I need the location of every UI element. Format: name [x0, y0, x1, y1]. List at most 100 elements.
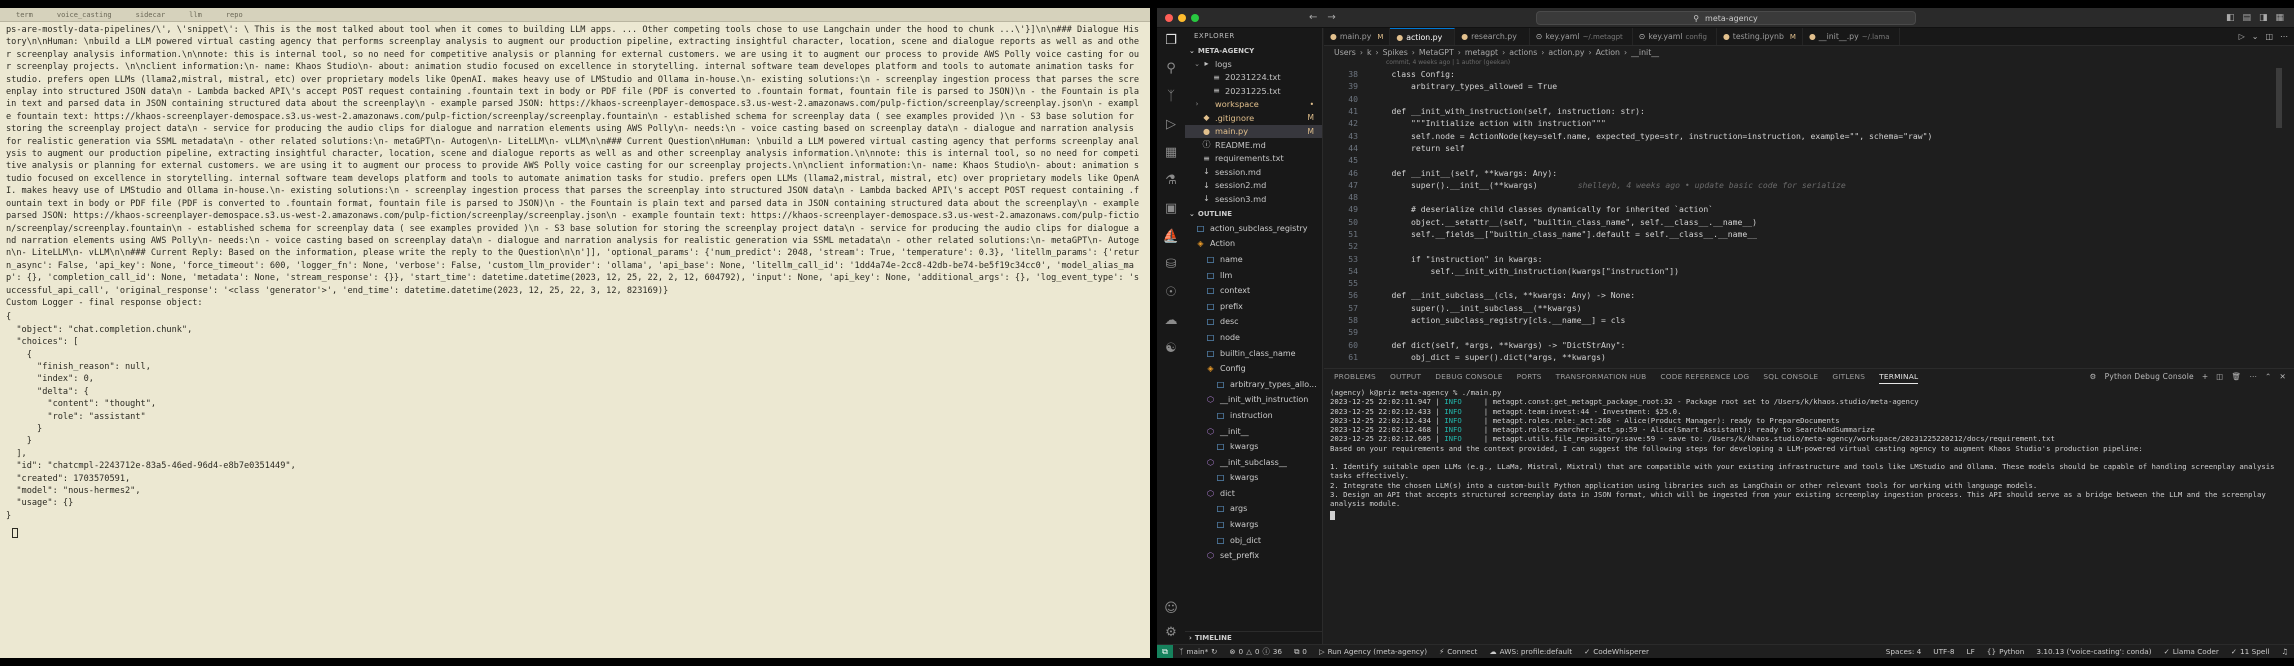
outline-item[interactable]: □ node — [1185, 330, 1322, 346]
outline-item[interactable]: □ action_subclass_registry — [1185, 221, 1322, 237]
run-icon[interactable]: ▷ — [2239, 32, 2245, 41]
chevron-down-icon[interactable]: ⌄ — [2252, 32, 2259, 41]
editor-tab[interactable]: ● __init__.py ~/.lama — [1803, 28, 1900, 45]
outline-item[interactable]: ⬡ set_prefix — [1185, 548, 1322, 564]
breadcrumb-item[interactable]: MetaGPT — [1419, 48, 1454, 57]
toggle-panel-icon[interactable]: ▤ — [2242, 13, 2251, 23]
settings-gear-icon[interactable]: ⚙ — [1165, 626, 1177, 640]
editor-tab[interactable]: ● research.py — [1455, 28, 1530, 45]
customize-layout-icon[interactable]: ▦ — [2275, 13, 2284, 23]
add-terminal-icon[interactable]: + — [2202, 372, 2208, 381]
outline-item[interactable]: □ context — [1185, 283, 1322, 299]
panel-tab[interactable]: PORTS — [1517, 372, 1542, 384]
database-icon[interactable]: ⛁ — [1166, 258, 1177, 272]
panel-tab[interactable]: SQL CONSOLE — [1763, 372, 1818, 384]
panel-tab[interactable]: TRANSFORMATION HUB — [1556, 372, 1647, 384]
file-tree-item[interactable]: ≡ 20231225.txt — [1185, 84, 1322, 98]
forward-arrow-icon[interactable]: → — [1327, 12, 1335, 23]
outline-item[interactable]: ⬡ __init_subclass__ — [1185, 454, 1322, 470]
codewhisperer-status[interactable]: ✓ CodeWhisperer — [1578, 647, 1655, 656]
account-icon[interactable]: ☺ — [1164, 602, 1178, 616]
outline-item[interactable]: □ obj_dict — [1185, 532, 1322, 548]
maximize-window-button[interactable] — [1191, 13, 1199, 22]
remote-indicator-icon[interactable]: ⧉ — [1157, 644, 1173, 658]
breadcrumb-item[interactable]: actions — [1509, 48, 1537, 57]
outline-item[interactable]: □ arbitrary_types_allo... — [1185, 376, 1322, 392]
terminal-tab[interactable]: llm — [179, 11, 212, 19]
timeline-section[interactable]: › TIMELINE — [1185, 631, 1322, 644]
file-tree-item[interactable]: ↓ session2.md — [1185, 179, 1322, 193]
file-tree-item[interactable]: ● main.py M — [1185, 124, 1322, 138]
trash-icon[interactable]: 🗑 — [2232, 372, 2242, 381]
panel-tab[interactable]: TERMINAL — [1879, 372, 1919, 384]
git-branch[interactable]: ᛉ main* ↻ — [1173, 647, 1223, 656]
outline-item[interactable]: ◈ Action — [1185, 236, 1322, 252]
close-window-button[interactable] — [1165, 13, 1173, 22]
breadcrumb-item[interactable]: __init__ — [1631, 48, 1659, 57]
outline-section[interactable]: ⌄ OUTLINE — [1185, 208, 1322, 221]
connect-status[interactable]: ⚡ Connect — [1433, 647, 1483, 656]
file-tree-item[interactable]: › workspace • — [1185, 98, 1322, 112]
breadcrumb-item[interactable]: Action — [1596, 48, 1620, 57]
minimize-window-button[interactable] — [1178, 13, 1186, 22]
problems-indicator[interactable]: ⊗ 0 △ 0 ⓘ 36 — [1223, 647, 1288, 657]
more-actions-icon[interactable]: ⋯ — [2249, 372, 2257, 381]
notifications-bell-icon[interactable]: ♫ — [2275, 647, 2294, 656]
run-task[interactable]: ▷ Run Agency (meta-agency) — [1313, 647, 1433, 656]
editor-scrollbar[interactable] — [2276, 68, 2282, 128]
editor-tab[interactable]: ⊙ key.yaml ~/.metagpt — [1530, 28, 1633, 45]
end-of-line[interactable]: LF — [1961, 647, 1981, 656]
jupyter-icon[interactable]: ☯ — [1165, 342, 1177, 356]
outline-item[interactable]: □ kwargs — [1185, 470, 1322, 486]
outline-item[interactable]: □ llm — [1185, 267, 1322, 283]
terminal-tab[interactable]: repo — [216, 11, 253, 19]
split-terminal-icon[interactable]: ◫ — [2216, 372, 2223, 381]
toggle-sidebar-icon[interactable]: ◧ — [2226, 13, 2235, 23]
close-icon[interactable]: ✕ — [2280, 372, 2286, 381]
outline-item[interactable]: ⬡ dict — [1185, 486, 1322, 502]
gitlens-icon[interactable]: ☉ — [1165, 286, 1177, 300]
file-tree-item[interactable]: ≡ 20231224.txt — [1185, 71, 1322, 85]
terminal-tab[interactable]: term — [6, 11, 43, 19]
panel-tab[interactable]: OUTPUT — [1390, 372, 1421, 384]
remote-explorer-icon[interactable]: ▣ — [1165, 202, 1177, 216]
editor-tab[interactable]: ● testing.ipynb M — [1717, 28, 1803, 45]
integrated-terminal[interactable]: (agency) k@priz meta-agency % ./main.py 2… — [1324, 386, 2294, 524]
outline-item[interactable]: ◈ Config — [1185, 361, 1322, 377]
command-center-search[interactable]: ⚲ meta-agency — [1535, 11, 1916, 25]
aws-icon[interactable]: ☁ — [1165, 314, 1178, 328]
more-actions-icon[interactable]: ⋯ — [2280, 32, 2288, 41]
file-tree-item[interactable]: ↓ session.md — [1185, 165, 1322, 179]
back-arrow-icon[interactable]: ← — [1309, 12, 1317, 23]
file-tree-item[interactable]: ⌄ ▸ logs — [1185, 57, 1322, 71]
terminal-tab[interactable]: voice_casting — [47, 11, 122, 19]
outline-item[interactable]: ⬡ __init_with_instruction — [1185, 392, 1322, 408]
outline-item[interactable]: □ prefix — [1185, 298, 1322, 314]
python-interpreter[interactable]: 3.10.13 ('voice-casting': conda) — [2030, 647, 2157, 656]
terminal-tab[interactable]: sidecar — [126, 11, 176, 19]
left-terminal-window[interactable]: term voice_casting sidecar llm repo ps-are-m… — [0, 8, 1150, 658]
outline-item[interactable]: □ instruction — [1185, 408, 1322, 424]
breadcrumb-item[interactable]: metagpt — [1465, 48, 1498, 57]
panel-tab[interactable]: GITLENS — [1832, 372, 1865, 384]
code-editor[interactable]: 38 class Config: 39 arbitrary_types_allow… — [1324, 68, 2294, 363]
outline-item[interactable]: □ args — [1185, 501, 1322, 517]
maximize-panel-icon[interactable]: ⌃ — [2265, 372, 2271, 381]
outline-item[interactable]: ⬡ __init__ — [1185, 423, 1322, 439]
breadcrumb-item[interactable]: Users — [1334, 48, 1356, 57]
search-icon[interactable]: ⚲ — [1166, 62, 1176, 76]
outline-item[interactable]: □ name — [1185, 252, 1322, 268]
outline-item[interactable]: □ builtin_class_name — [1185, 345, 1322, 361]
file-tree-item[interactable]: ⓘ README.md — [1185, 138, 1322, 152]
workspace-root[interactable]: ⌄ META-AGENCY — [1185, 44, 1322, 57]
indentation[interactable]: Spaces: 4 — [1880, 647, 1927, 656]
source-control-icon[interactable]: ᛉ — [1167, 90, 1175, 104]
llama-coder-status[interactable]: ✓ Llama Coder — [2158, 647, 2225, 656]
testing-icon[interactable]: ⚗ — [1165, 174, 1177, 188]
run-debug-icon[interactable]: ▷ — [1166, 118, 1176, 132]
file-tree-item[interactable]: ◆ .gitignore M — [1185, 111, 1322, 125]
encoding[interactable]: UTF-8 — [1927, 647, 1960, 656]
breadcrumb-item[interactable]: k — [1367, 48, 1372, 57]
terminal-instance-label[interactable]: Python Debug Console — [2105, 372, 2194, 381]
outline-item[interactable]: □ desc — [1185, 314, 1322, 330]
